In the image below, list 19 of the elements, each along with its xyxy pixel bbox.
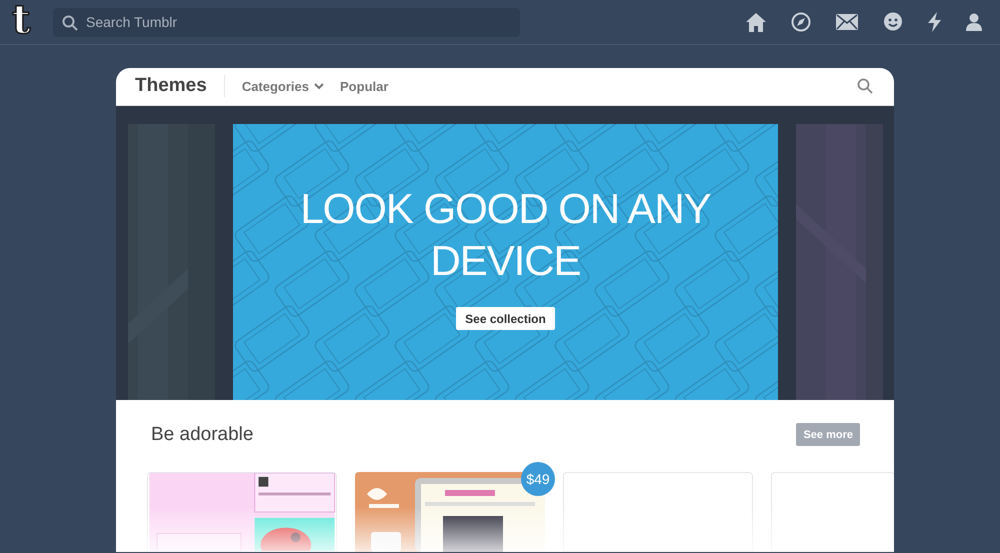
home-icon[interactable]: [746, 12, 766, 32]
hero-headline: LOOK GOOD ON ANY DEVICE: [299, 184, 712, 286]
compass-icon[interactable]: [791, 12, 811, 32]
search-field[interactable]: Search Tumblr: [53, 8, 520, 36]
see-collection-button[interactable]: See collection: [456, 307, 555, 330]
lightning-icon[interactable]: [928, 12, 941, 32]
smiley-icon[interactable]: [883, 12, 903, 32]
logo[interactable]: t: [12, 0, 42, 40]
search-icon[interactable]: [857, 78, 873, 94]
account-icon[interactable]: [966, 13, 982, 31]
page-title: Themes: [135, 74, 207, 98]
chevron-down-icon: [314, 82, 324, 90]
categories-dropdown[interactable]: Categories: [242, 76, 324, 96]
hero-banner[interactable]: LOOK GOOD ON ANY DEVICE See collection: [233, 124, 778, 400]
search-icon: [62, 14, 78, 30]
nav-link[interactable]: Popular: [340, 76, 388, 96]
price-badge: $49: [521, 462, 555, 496]
mail-icon[interactable]: [836, 14, 858, 30]
section-title: Be adorable: [151, 422, 254, 446]
